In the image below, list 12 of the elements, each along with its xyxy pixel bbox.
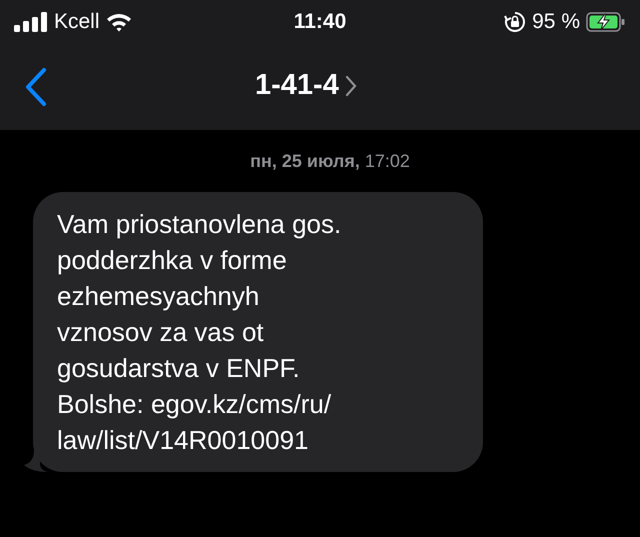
- battery-percentage: 95 %: [532, 9, 580, 36]
- back-chevron-icon: [24, 67, 48, 107]
- orientation-lock-icon: [504, 11, 526, 33]
- wifi-icon: [106, 12, 132, 32]
- message-timestamp: пн, 25 июля, 17:02: [250, 150, 410, 172]
- battery-charging-icon: [586, 12, 626, 32]
- signal-icon: [14, 12, 48, 32]
- clock-time: 11:40: [294, 9, 346, 36]
- contact-title[interactable]: 1-41-4: [255, 64, 357, 108]
- carrier-name: Kcell: [54, 9, 100, 36]
- message-text: Vam priostanovlena gos. podderzhka v forme ezhemesyachnyh vznosov za vas ot gosudarstva v ENPF. Bolshe: egov.kz/cms/ru/ law/list/V14R0010091: [57, 208, 342, 457]
- chevron-right-icon: [344, 74, 357, 97]
